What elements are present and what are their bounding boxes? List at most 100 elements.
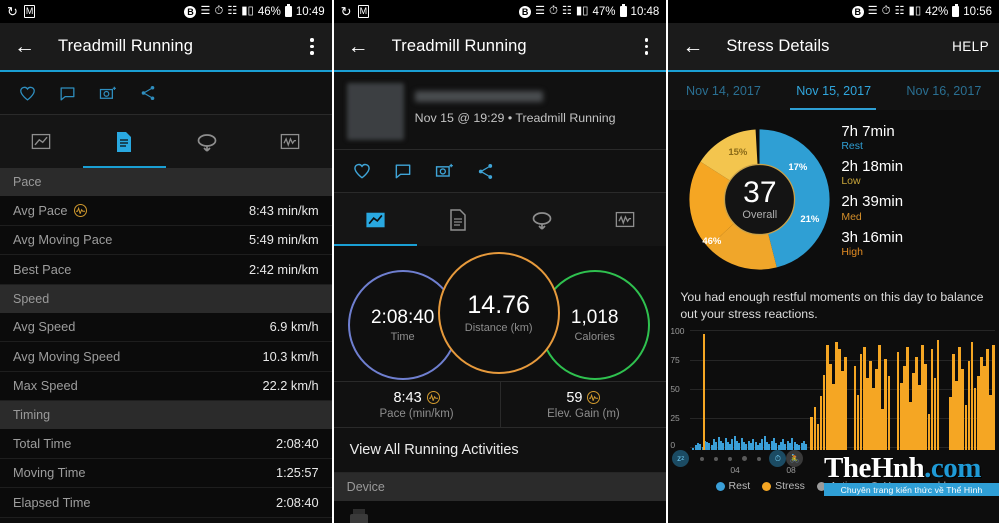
row-value: 2:42 min/km	[248, 261, 319, 277]
help-button[interactable]: HELP	[952, 39, 989, 54]
camera-icon[interactable]	[434, 161, 455, 181]
ring-metrics: 2:08:40 Time 14.76 Distance (km) 1,018 C…	[333, 246, 667, 381]
comment-icon[interactable]	[393, 161, 413, 181]
row-label: Max Speed	[13, 378, 78, 394]
status-bar: ↻ M B ☰ ⏱ ☷ ▮▯ 46% 10:49	[0, 0, 332, 23]
row-label: Avg Moving Pace	[13, 232, 113, 248]
tab-indicator	[82, 165, 166, 168]
tab-laps[interactable]	[500, 193, 583, 246]
bar	[702, 333, 705, 451]
row-value: 1:25:57	[275, 465, 319, 481]
laps-icon	[197, 133, 217, 152]
stat-pace: 8:43 Pace (min/km)	[334, 382, 500, 427]
row-label: Avg Speed	[13, 319, 76, 335]
panel-stress-details: B ☰ ⏱ ☷ ▮▯ 42% 10:56 ← Stress Details HE…	[668, 0, 999, 523]
heart-rate-badge-icon	[426, 391, 440, 404]
date-tab-bar: Nov 14, 2017 Nov 15, 2017 Nov 16, 2017	[668, 72, 999, 110]
back-icon[interactable]: ←	[682, 35, 712, 59]
tab-graphs[interactable]	[249, 115, 332, 168]
three-phone-screenshots: ↻ M B ☰ ⏱ ☷ ▮▯ 46% 10:49 ← Treadmill Run…	[0, 0, 999, 523]
heart-icon[interactable]	[18, 84, 37, 103]
device-row[interactable]	[333, 501, 667, 523]
date-tab-indicator	[790, 107, 877, 110]
slice-pct-high: 15%	[728, 147, 748, 158]
stat-elevation: 59 Elev. Gain (m)	[499, 382, 667, 427]
avatar	[346, 83, 404, 140]
signal-icon: ▮▯	[241, 4, 254, 17]
section-header-device: Device	[333, 473, 667, 501]
row-value: 8:43 min/km	[248, 202, 319, 218]
row-label: Best Pace	[13, 261, 72, 277]
device-name	[383, 514, 387, 523]
app-bar: ← Treadmill Running	[0, 23, 332, 70]
stat-value: 8:43	[393, 390, 440, 406]
summary-icon	[366, 212, 385, 227]
heart-rate-badge-icon	[587, 391, 601, 404]
battery-icon	[619, 4, 627, 17]
share-icon[interactable]	[139, 84, 157, 102]
row-value: 6.9 km/h	[269, 319, 319, 335]
gmail-icon: M	[23, 5, 36, 18]
battery-icon	[952, 4, 960, 17]
view-all-activities-link[interactable]: View All Running Activities	[333, 428, 667, 473]
row-label: Total Time	[13, 435, 72, 451]
activity-meta: Nov 15 @ 19:29 • Treadmill Running	[414, 111, 616, 125]
table-row[interactable]: Moving Time 1:25:57	[0, 458, 332, 488]
graphs-icon	[280, 133, 300, 150]
row-value: 2:08:40	[275, 435, 319, 451]
section-header-pace: Pace	[0, 168, 332, 196]
table-row[interactable]: Max Speed 22.2 km/h	[0, 371, 332, 401]
app-bar: ← Treadmill Running	[333, 23, 667, 70]
donut-center-value: 37	[743, 176, 777, 209]
table-row[interactable]: Avg Moving Pace 5:49 min/km	[0, 225, 332, 255]
bluetooth-icon: B	[184, 5, 197, 18]
back-icon[interactable]: ←	[14, 35, 44, 59]
tab-details[interactable]	[83, 115, 166, 168]
comment-icon[interactable]	[58, 84, 77, 103]
bar	[844, 356, 848, 451]
watermark-subtitle: Chuyên trang kiến thức về Thể Hình	[824, 483, 999, 496]
table-row[interactable]: Best Pace 2:42 min/km	[0, 255, 332, 285]
ring-value: 2:08:40	[370, 306, 435, 328]
ring-label: Calories	[574, 330, 615, 343]
table-row[interactable]: Total Time 2:08:40	[0, 429, 332, 459]
details-document-icon	[450, 208, 467, 231]
slice-pct-rest: 46%	[702, 236, 722, 247]
alarm-icon[interactable]: ⏱	[769, 450, 787, 468]
clock-time: 10:56	[963, 5, 992, 18]
heart-icon[interactable]	[352, 161, 372, 181]
donut-center-label: Overall	[742, 209, 778, 221]
page-title: Treadmill Running	[58, 37, 193, 55]
tab-bar	[0, 115, 332, 168]
camera-icon[interactable]	[98, 84, 118, 103]
table-row[interactable]: Avg Speed 6.9 km/h	[0, 312, 332, 342]
overflow-menu-icon[interactable]	[310, 38, 314, 55]
tab-laps[interactable]	[166, 115, 249, 168]
duration-value: 2h 39min	[841, 193, 904, 211]
date-tab-current[interactable]: Nov 15, 2017	[779, 84, 889, 98]
tab-summary[interactable]	[334, 193, 417, 246]
table-row[interactable]: Elapsed Time 2:08:40	[0, 488, 332, 518]
tab-graphs[interactable]	[583, 193, 666, 246]
slice-pct-med: 21%	[800, 214, 820, 225]
back-icon[interactable]: ←	[348, 35, 378, 59]
legend-item-rest: Rest	[715, 480, 750, 492]
stress-summary: 37 Overall 15% 17% 21% 46% 7h 7min Rest …	[668, 110, 999, 285]
duration-value: 2h 18min	[841, 158, 904, 176]
overflow-menu-icon[interactable]	[644, 38, 649, 55]
clock-time: 10:48	[630, 5, 660, 18]
sleep-icon[interactable]: zz	[672, 450, 690, 468]
tab-summary[interactable]	[0, 115, 83, 168]
tab-details[interactable]	[417, 193, 500, 246]
share-icon[interactable]	[476, 162, 495, 181]
signal-icon: ▮▯	[575, 4, 589, 17]
date-tab-prev[interactable]: Nov 14, 2017	[668, 84, 778, 98]
date-tab-next[interactable]: Nov 16, 2017	[889, 84, 999, 98]
table-row[interactable]: Avg Pace 8:43 min/km	[0, 196, 332, 226]
bar-series-container	[692, 330, 995, 451]
summary-icon	[32, 133, 51, 150]
row-value: 2:08:40	[275, 494, 319, 510]
table-row[interactable]: Avg Moving Speed 10.3 km/h	[0, 342, 332, 372]
vibrate-icon: ☰	[535, 5, 545, 17]
watch-icon	[349, 509, 368, 523]
